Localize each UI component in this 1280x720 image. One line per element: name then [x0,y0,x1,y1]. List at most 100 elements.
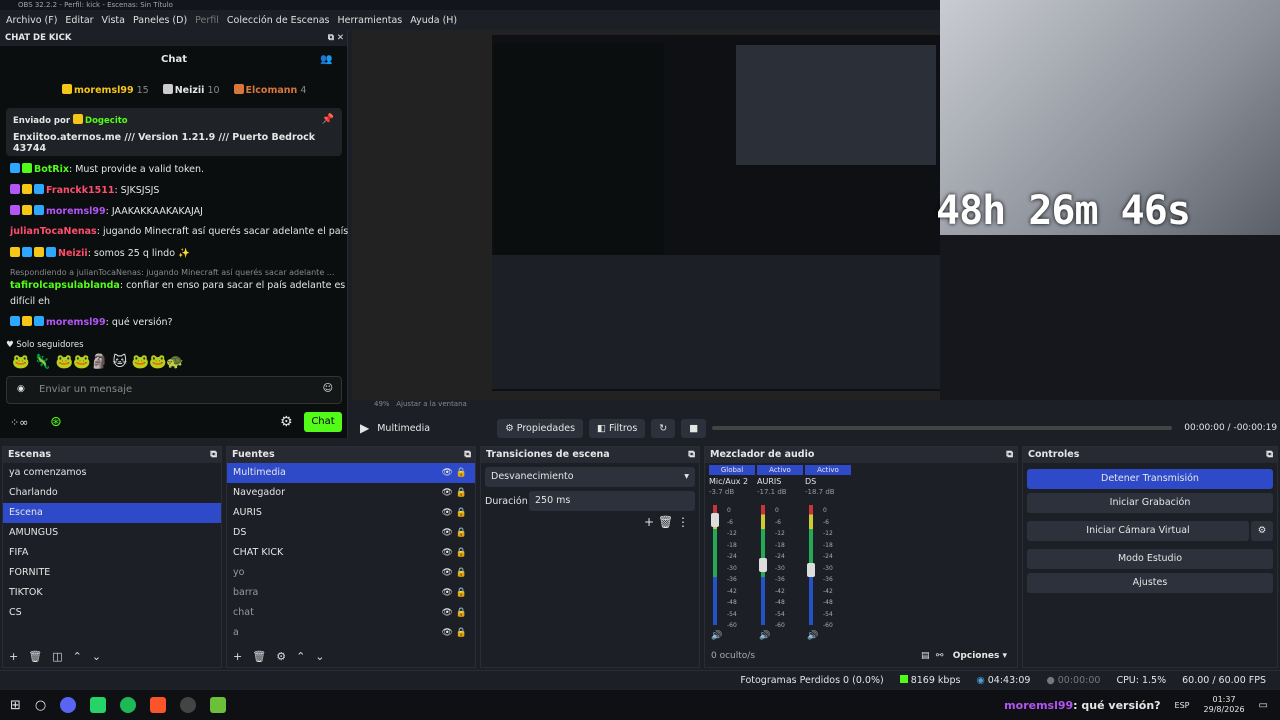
channel-name[interactable]: DS [805,477,851,486]
restart-icon[interactable]: ↻ [651,418,676,438]
filters-button[interactable]: ◧ Filtros [589,418,646,438]
add-icon[interactable]: + [233,650,242,663]
menu-coleccion[interactable]: Colección de Escenas [227,15,330,26]
visibility-lock-icons[interactable]: 👁 🔒 [442,503,468,523]
link-icon[interactable]: ⚯ [936,651,944,661]
layout-icon[interactable]: ▤ [921,651,930,661]
visibility-lock-icons[interactable]: 👁 🔒 [442,603,468,623]
add-icon[interactable]: + [9,650,18,663]
chat-user[interactable]: tafirolcapsulablanda [10,280,120,291]
visibility-lock-icons[interactable]: 👁 🔒 [442,543,468,563]
scene-item[interactable]: CS [3,603,221,623]
visibility-lock-icons[interactable]: 👁 🔒 [442,623,468,643]
visibility-lock-icons[interactable]: 👁 🔒 [442,463,468,483]
menu-archivo[interactable]: Archivo (F) [6,15,57,26]
up-icon[interactable]: ⌃ [296,650,305,663]
scene-item[interactable]: TIKTOK [3,583,221,603]
trash-icon[interactable]: 🗑 [28,650,42,663]
filter-icon[interactable]: ◫ [52,650,62,663]
discord-icon[interactable] [60,697,77,713]
visibility-lock-icons[interactable]: 👁 🔒 [442,483,468,503]
visibility-lock-icons[interactable]: 👁 🔒 [442,523,468,543]
source-item[interactable]: barra 👁 🔒 [227,583,475,603]
down-icon[interactable]: ⌄ [315,650,324,663]
properties-button[interactable]: ⚙ Propiedades [497,418,584,438]
kick-icon[interactable]: ⊛ [50,414,62,430]
source-item[interactable]: DS 👁 🔒 [227,523,475,543]
studio-mode-button[interactable]: Modo Estudio [1027,549,1273,569]
play-icon[interactable]: ▶ [360,421,369,435]
undock-icon[interactable]: ⧉ [1006,447,1013,463]
program-preview[interactable] [352,30,1128,400]
users-icon[interactable]: 👥 [320,54,332,65]
obs-icon[interactable] [180,697,197,713]
pin-icon[interactable]: 📌 [322,114,334,125]
fit-window[interactable]: Ajustar a la ventana [396,400,467,408]
visibility-lock-icons[interactable]: 👁 🔒 [442,563,468,583]
menu-perfil[interactable]: Perfil [195,15,219,26]
source-item[interactable]: CHAT KICK 👁 🔒 [227,543,475,563]
spotify-icon[interactable] [120,697,137,713]
infinity-icon[interactable]: ⁘∞ [10,416,28,429]
volume-fader[interactable] [759,557,767,572]
gear-icon[interactable]: ⚙ [1251,521,1273,541]
trash-icon[interactable]: 🗑 [252,650,266,663]
brave-icon[interactable] [150,697,167,713]
volume-fader[interactable] [807,562,815,577]
undock-icon[interactable]: ⧉ [688,447,695,463]
chat-user[interactable]: julianTocaNenas [10,226,97,237]
language-indicator[interactable]: ESP [1175,701,1190,710]
zoom-level[interactable]: 49% [374,400,390,408]
notification-icon[interactable]: ▭ [1259,700,1268,711]
chat-user[interactable]: BotRix [34,164,69,175]
volume-fader[interactable] [711,513,719,528]
scene-item[interactable]: Charlando [3,483,221,503]
undock-icon[interactable]: ⧉ [210,447,217,463]
minecraft-icon[interactable] [210,697,227,713]
channel-name[interactable]: Mic/Aux 2 [709,477,755,486]
chat-user[interactable]: Neizii [58,248,88,259]
add-icon[interactable]: + [644,515,654,529]
visibility-lock-icons[interactable]: 👁 🔒 [442,583,468,603]
menu-ayuda[interactable]: Ayuda (H) [410,15,457,26]
trash-icon[interactable]: 🗑 [658,515,673,529]
chat-input[interactable]: ◉ Enviar un mensaje ☺ [6,376,342,404]
virtual-camera-button[interactable]: Iniciar Cámara Virtual [1027,521,1249,541]
source-item[interactable]: AURIS 👁 🔒 [227,503,475,523]
menu-icon[interactable]: ⋮ [677,515,689,529]
whatsapp-icon[interactable] [90,697,107,713]
emote-bar[interactable]: 🐸 🦎 🐸🐸🗿 🐱 🐸🐸🐢 [12,354,184,370]
scene-item[interactable]: Escena [3,503,221,523]
chat-user[interactable]: moremsl99 [46,206,106,217]
scene-item[interactable]: FORNITE [3,563,221,583]
menu-paneles[interactable]: Paneles (D) [133,15,187,26]
scene-item[interactable]: AMUNGUS [3,523,221,543]
channel-name[interactable]: AURIS [757,477,803,486]
start-recording-button[interactable]: Iniciar Grabación [1027,493,1273,513]
clock[interactable]: 01:37 29/8/2026 [1204,695,1245,715]
transition-select[interactable]: Desvanecimiento ▾ [485,467,695,487]
undock-icon[interactable]: ⧉ [1266,447,1273,463]
mute-icon[interactable]: 🔊 [759,631,770,641]
source-item[interactable]: Multimedia 👁 🔒 [227,463,475,483]
source-item[interactable]: yo 👁 🔒 [227,563,475,583]
menu-vista[interactable]: Vista [102,15,125,26]
source-item[interactable]: Navegador 👁 🔒 [227,483,475,503]
settings-button[interactable]: Ajustes [1027,573,1273,593]
chat-user[interactable]: Franckk1511 [46,185,114,196]
scene-item[interactable]: FIFA [3,543,221,563]
stop-stream-button[interactable]: Detener Transmisión [1027,469,1273,489]
mixer-options[interactable]: ▤ ⚯ Opciones ▾ [921,651,1007,661]
chat-user[interactable]: moremsl99 [46,317,106,328]
smile-icon[interactable]: ☺ [323,383,333,394]
menu-editar[interactable]: Editar [65,15,93,26]
gear-icon[interactable]: ⚙ [280,414,293,430]
undock-icon[interactable]: ⧉ [464,447,471,463]
stop-icon[interactable]: ■ [681,418,707,438]
down-icon[interactable]: ⌄ [92,650,101,663]
duration-input[interactable]: 250 ms [529,491,695,511]
gear-icon[interactable]: ⚙ [276,650,286,663]
media-seek-slider[interactable] [712,426,1173,430]
mute-icon[interactable]: 🔊 [711,631,722,641]
up-icon[interactable]: ⌃ [73,650,82,663]
